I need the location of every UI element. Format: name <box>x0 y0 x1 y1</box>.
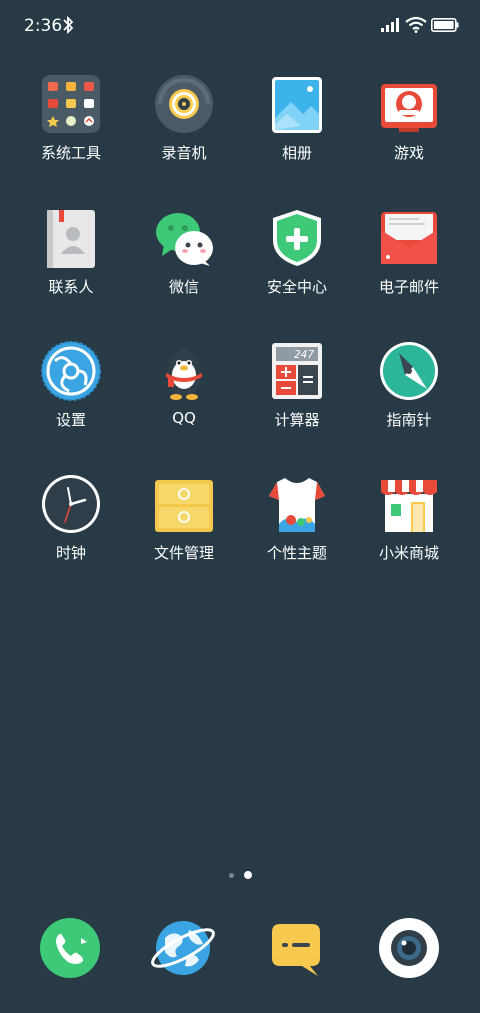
recorder-icon <box>155 75 213 133</box>
app-qq[interactable]: QQ <box>129 341 239 451</box>
page-dot-current <box>244 871 252 879</box>
wechat-icon <box>156 213 213 266</box>
app-gallery[interactable]: 相册 <box>242 74 352 184</box>
compass-icon <box>380 342 438 400</box>
app-label: QQ <box>172 409 196 427</box>
wifi-icon <box>405 16 427 33</box>
app-wechat[interactable]: 微信 <box>129 208 239 318</box>
app-label: 计算器 <box>274 411 320 429</box>
settings-gear-icon <box>41 341 101 401</box>
app-recorder[interactable]: 录音机 <box>129 74 239 184</box>
app-label: 联系人 <box>48 278 94 296</box>
browser-globe-icon[interactable] <box>151 916 215 980</box>
app-calculator[interactable]: 247 计算器 <box>242 341 352 451</box>
bluetooth-icon <box>63 15 74 35</box>
phone-icon[interactable] <box>38 916 102 980</box>
folder-system-tools-icon <box>42 75 100 133</box>
app-themes[interactable]: 个性主题 <box>242 474 352 584</box>
app-label: 设置 <box>55 411 86 429</box>
app-label: 安全中心 <box>266 278 327 296</box>
app-label: 时钟 <box>55 544 86 562</box>
clock-icon <box>42 475 100 533</box>
qq-penguin-icon <box>166 349 202 400</box>
app-compass[interactable]: 指南针 <box>354 341 464 451</box>
themes-icon <box>269 478 325 532</box>
signal-icon <box>381 18 399 32</box>
page-dot <box>229 873 234 878</box>
app-games[interactable]: 游戏 <box>354 74 464 184</box>
status-bar: 2:36 <box>0 0 480 52</box>
app-settings[interactable]: 设置 <box>16 341 126 451</box>
mi-store-icon <box>381 480 437 532</box>
contacts-icon <box>47 210 95 268</box>
app-email[interactable]: 电子邮件 <box>354 208 464 318</box>
app-label: 相册 <box>281 144 312 162</box>
app-label: 个性主题 <box>266 544 327 562</box>
app-contacts[interactable]: 联系人 <box>16 208 126 318</box>
security-shield-icon <box>273 210 321 266</box>
app-label: 文件管理 <box>153 544 214 562</box>
app-label: 小米商城 <box>378 544 439 562</box>
app-label: 录音机 <box>161 144 207 162</box>
app-label: 系统工具 <box>40 144 101 162</box>
app-security[interactable]: 安全中心 <box>242 208 352 318</box>
status-time: 2:36 <box>24 16 63 36</box>
file-manager-icon <box>155 480 213 532</box>
app-clock[interactable]: 时钟 <box>16 474 126 584</box>
app-label: 电子邮件 <box>378 278 439 296</box>
gallery-icon <box>272 77 322 133</box>
app-mi-store[interactable]: 小米商城 <box>354 474 464 584</box>
camera-icon[interactable] <box>377 916 441 980</box>
calculator-display-text: 247 <box>294 348 314 361</box>
page-indicator[interactable] <box>225 870 255 880</box>
messages-icon[interactable] <box>264 916 328 980</box>
app-label: 微信 <box>168 278 199 296</box>
games-icon <box>381 84 437 132</box>
battery-icon <box>431 18 459 32</box>
app-label: 游戏 <box>393 144 424 162</box>
app-label: 指南针 <box>386 411 432 429</box>
app-system-tools[interactable]: 系统工具 <box>16 74 126 184</box>
calculator-icon: 247 <box>272 343 322 399</box>
email-envelope-icon <box>381 212 437 264</box>
app-file-manager[interactable]: 文件管理 <box>129 474 239 584</box>
